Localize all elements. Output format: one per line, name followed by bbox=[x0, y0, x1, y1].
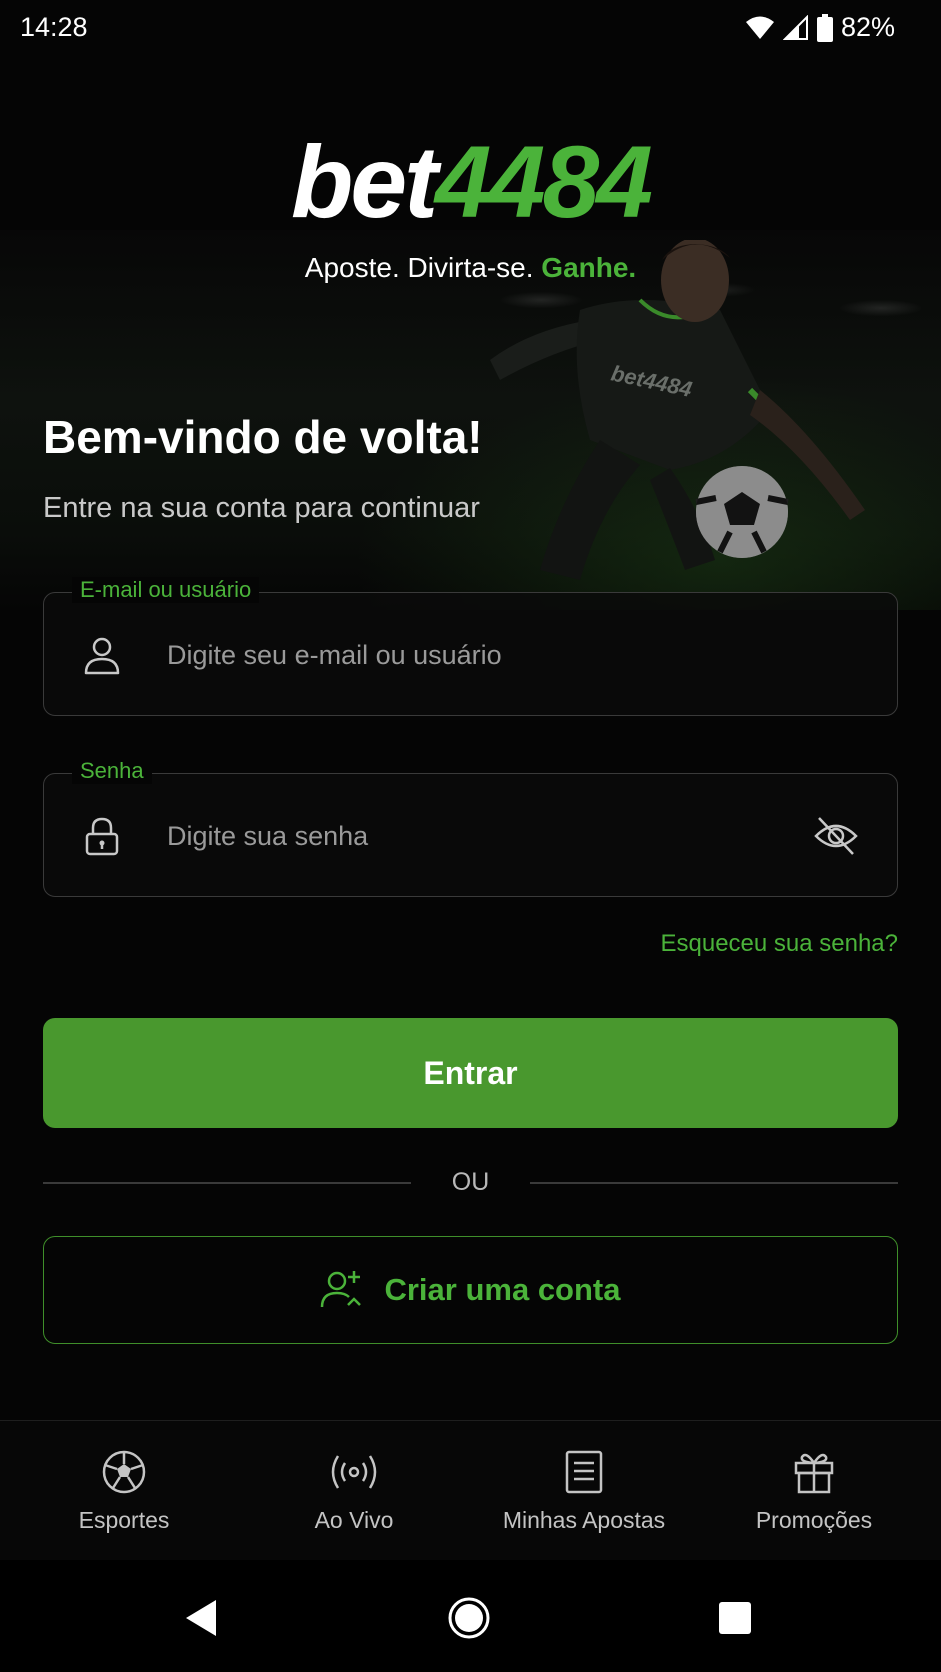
soccer-player-illustration: bet4484 bbox=[490, 240, 865, 580]
system-navigation-bar bbox=[0, 1560, 941, 1672]
nav-item-promocoes[interactable]: Promoções bbox=[699, 1449, 929, 1534]
brand-logo: bet4484 bbox=[0, 131, 941, 233]
logo-word: bet bbox=[291, 125, 438, 239]
email-input[interactable] bbox=[167, 625, 727, 685]
home-icon[interactable] bbox=[447, 1596, 491, 1640]
email-field[interactable]: E-mail ou usuário bbox=[43, 577, 898, 716]
wifi-icon bbox=[745, 16, 774, 39]
welcome-subtitle: Entre na sua conta para continuar bbox=[43, 492, 480, 524]
login-screen: bet4484 14:28 82% bet4484 Aposte. Divirt… bbox=[0, 0, 941, 1672]
user-plus-icon bbox=[321, 1271, 362, 1308]
tagline-highlight: Ganhe. bbox=[541, 252, 637, 283]
password-field-label: Senha bbox=[72, 758, 152, 784]
nav-label-minhas-apostas: Minhas Apostas bbox=[502, 1507, 666, 1533]
nav-label-promocoes: Promoções bbox=[755, 1507, 873, 1533]
nav-item-ao-vivo[interactable]: Ao Vivo bbox=[239, 1449, 469, 1534]
eye-off-icon[interactable] bbox=[813, 814, 859, 858]
nav-item-esportes[interactable]: Esportes bbox=[9, 1449, 239, 1534]
nav-label-esportes: Esportes bbox=[78, 1507, 170, 1533]
forgot-password-link[interactable]: Esqueceu sua senha? bbox=[660, 930, 898, 958]
soccer-ball-icon bbox=[102, 1450, 146, 1494]
logo-number: 4484 bbox=[435, 125, 653, 239]
battery-icon bbox=[816, 13, 833, 42]
login-button[interactable]: Entrar bbox=[43, 1018, 898, 1128]
welcome-title: Bem-vindo de volta! bbox=[43, 411, 483, 463]
password-input[interactable] bbox=[167, 806, 727, 866]
battery-percentage: 82% bbox=[840, 12, 895, 42]
lock-icon bbox=[85, 817, 119, 856]
brand-tagline: Aposte. Divirta-se. Ganhe. bbox=[0, 252, 941, 284]
back-icon[interactable] bbox=[180, 1596, 224, 1640]
create-account-button[interactable]: Criar uma conta bbox=[43, 1236, 898, 1344]
status-bar: 14:28 82% bbox=[0, 0, 941, 56]
status-icons: 82% bbox=[745, 12, 895, 43]
user-icon bbox=[84, 637, 120, 675]
signal-icon bbox=[782, 14, 808, 40]
create-account-label: Criar uma conta bbox=[384, 1272, 621, 1307]
bottom-navigation: Esportes Ao Vivo Minhas Apostas Promoçõe… bbox=[0, 1420, 941, 1560]
nav-label-ao-vivo: Ao Vivo bbox=[314, 1507, 394, 1533]
recents-icon[interactable] bbox=[713, 1596, 757, 1640]
nav-item-minhas-apostas[interactable]: Minhas Apostas bbox=[469, 1449, 699, 1534]
live-broadcast-icon bbox=[331, 1455, 377, 1489]
status-time: 14:28 bbox=[20, 12, 88, 42]
or-divider: OU bbox=[43, 1168, 898, 1198]
divider-line-right bbox=[530, 1182, 898, 1184]
tagline-main: Aposte. Divirta-se. bbox=[304, 252, 534, 283]
document-list-icon bbox=[565, 1450, 603, 1494]
gift-icon bbox=[794, 1453, 834, 1494]
password-field[interactable]: Senha bbox=[43, 758, 898, 897]
email-field-label: E-mail ou usuário bbox=[72, 577, 260, 603]
